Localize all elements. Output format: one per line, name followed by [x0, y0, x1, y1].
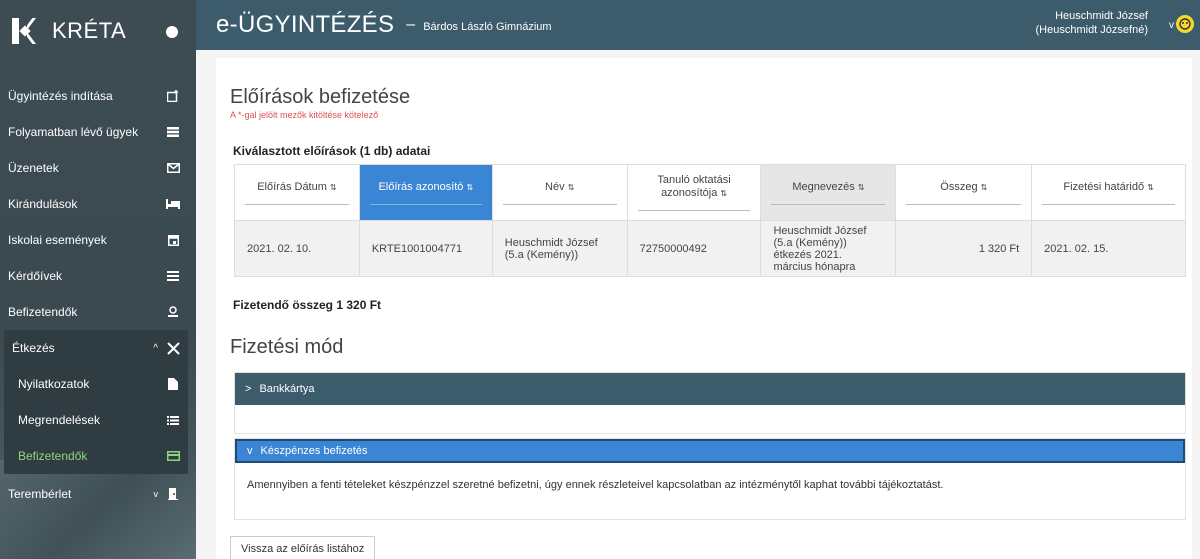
- sidebar-item-label: Kirándulások: [8, 197, 78, 211]
- table-header-row: Előírás Dátum ⇅ Előírás azonosító ⇅ Név ⇅ T…: [234, 164, 1186, 221]
- main-content: Előírások befizetése A *-gal jelölt mező…: [216, 58, 1192, 559]
- sidebar-item-label: Terembérlet: [8, 487, 72, 501]
- cell-description: Heuschmidt József (5.a (Kemény)) étkezés…: [760, 220, 897, 277]
- column-header-date[interactable]: Előírás Dátum ⇅: [234, 164, 360, 221]
- column-header-name[interactable]: Név ⇅: [491, 164, 628, 221]
- header-title: e-ÜGYINTÉZÉS: [216, 11, 395, 38]
- sidebar-item-declarations[interactable]: Nyilatkozatok: [8, 366, 188, 402]
- chevron-down-icon[interactable]: v: [1169, 20, 1174, 31]
- user-guardian: (Heuschmidt Józsefné): [1035, 24, 1149, 36]
- column-header-description[interactable]: Megnevezés ⇅: [760, 164, 897, 221]
- sidebar-item-in-progress[interactable]: Folyamatban lévő ügyek: [0, 114, 196, 150]
- sort-icon: ⇅: [1147, 182, 1154, 192]
- sort-icon: ⇅: [567, 182, 575, 192]
- sidebar-item-label: Üzenetek: [8, 161, 59, 175]
- sidebar-item-school-events[interactable]: Iskolai események: [0, 222, 196, 258]
- sort-icon: ⇅: [720, 189, 728, 198]
- school-name: Bárdos László Gimnázium: [423, 21, 552, 33]
- sidebar-item-label: Ügyintézés indítása: [8, 89, 113, 103]
- sort-icon: ⇅: [329, 182, 337, 192]
- money-icon: [166, 305, 180, 319]
- column-header-edu-id[interactable]: Tanuló oktatási azonosítója ⇅: [626, 164, 762, 221]
- credit-card-icon: [166, 449, 180, 463]
- door-icon: [166, 487, 180, 501]
- payment-method-title: Fizetési mód: [230, 336, 344, 358]
- list-icon: [166, 269, 180, 283]
- accordion-header-cash[interactable]: v Készpénzes befizetés: [235, 439, 1185, 463]
- cell-date: 2021. 02. 10.: [234, 220, 360, 277]
- sidebar-item-trips[interactable]: Kirándulások: [0, 186, 196, 222]
- back-to-list-button[interactable]: Vissza az előírás listához: [230, 536, 376, 559]
- utensils-icon: [166, 341, 180, 355]
- top-header: e-ÜGYINTÉZÉS – Bárdos László Gimnázium H…: [196, 0, 1200, 50]
- sidebar-item-label: Befizetendők: [8, 305, 78, 319]
- cell-id: KRTE1001004771: [358, 220, 493, 277]
- sidebar-item-label: Nyilatkozatok: [18, 377, 90, 391]
- sidebar-item-label: Kérdőívek: [8, 269, 63, 283]
- accordion-label: Készpénzes befizetés: [260, 445, 368, 457]
- calendar-icon: [166, 233, 180, 247]
- sidebar-item-meals[interactable]: Étkezés ^: [8, 330, 188, 366]
- accordion-header-bank-card[interactable]: > Bankkártya: [235, 373, 1185, 405]
- list-icon: [166, 125, 180, 139]
- chevron-up-icon: ^: [153, 342, 158, 354]
- sidebar-item-new-request[interactable]: Ügyintézés indítása: [0, 78, 196, 114]
- sidebar-item-orders[interactable]: Megrendelések: [8, 402, 188, 438]
- selected-items-table: Előírás Dátum ⇅ Előírás azonosító ⇅ Név ⇅ T…: [234, 164, 1186, 277]
- chevron-down-icon: v: [153, 489, 159, 499]
- total-amount: Fizetendő összeg 1 320 Ft: [233, 298, 382, 312]
- sidebar-item-surveys[interactable]: Kérdőívek: [0, 258, 196, 294]
- cell-amount: 1 320 Ft: [895, 220, 1033, 277]
- bed-icon: [166, 197, 180, 211]
- column-header-amount[interactable]: Összeg ⇅: [895, 164, 1033, 221]
- sidebar-item-label: Étkezés: [12, 341, 55, 355]
- selected-items-title: Kiválasztott előírások (1 db) adatai: [233, 144, 431, 158]
- header-separator: –: [406, 16, 416, 33]
- column-header-deadline[interactable]: Fizetési határidő ⇅: [1031, 164, 1186, 221]
- user-name: Heuschmidt József: [1055, 10, 1148, 22]
- sidebar-item-payables[interactable]: Befizetendők: [0, 294, 196, 330]
- sort-icon: ⇅: [466, 182, 474, 192]
- user-avatar-icon[interactable]: [1176, 15, 1194, 33]
- sidebar-item-label: Befizetendők: [18, 449, 88, 463]
- cash-payment-info: Amennyiben a fenti tételeket készpénzzel…: [247, 479, 944, 491]
- app-name: KRÉTA: [52, 18, 127, 43]
- sidebar-item-meal-payables[interactable]: Befizetendők: [8, 438, 188, 474]
- cell-edu-id: 72750000492: [626, 220, 762, 277]
- sidebar-item-room-rental[interactable]: Terembérlet v: [0, 476, 196, 512]
- user-menu[interactable]: Heuschmidt József (Heuschmidt Józsefné): [1036, 9, 1149, 37]
- document-icon: [166, 377, 180, 391]
- chevron-right-icon: >: [245, 383, 252, 395]
- table-row[interactable]: 2021. 02. 10. KRTE1001004771 Heuschmidt …: [234, 220, 1186, 277]
- status-dot-icon[interactable]: [166, 26, 178, 38]
- cell-name: Heuschmidt József (5.a (Kemény)): [491, 220, 628, 277]
- sort-icon: ⇅: [980, 182, 988, 192]
- sidebar: KRÉTA Ügyintézés indítása Folyamatban lé…: [0, 0, 196, 559]
- column-header-id[interactable]: Előírás azonosító ⇅: [358, 164, 493, 221]
- envelope-icon: [166, 161, 180, 175]
- sidebar-item-messages[interactable]: Üzenetek: [0, 150, 196, 186]
- required-fields-note: A *-gal jelölt mezők kitöltése kötelező: [230, 110, 379, 120]
- accordion-bank-card: > Bankkártya: [234, 372, 1186, 434]
- chevron-down-icon: v: [247, 445, 253, 457]
- page-title: Előírások befizetése: [230, 86, 411, 108]
- list-icon: [166, 413, 180, 427]
- kreta-logo-icon: [12, 18, 38, 44]
- accordion-cash: v Készpénzes befizetés Amennyiben a fent…: [234, 438, 1186, 520]
- sidebar-nav: Ügyintézés indítása Folyamatban lévő ügy…: [0, 78, 196, 512]
- sidebar-group-meals: Étkezés ^ Nyilatkozatok Megrendelések Be…: [4, 330, 188, 474]
- sidebar-item-label: Megrendelések: [18, 413, 101, 427]
- sidebar-item-label: Folyamatban lévő ügyek: [8, 125, 139, 139]
- sidebar-item-label: Iskolai események: [8, 233, 107, 247]
- accordion-label: Bankkártya: [259, 383, 315, 395]
- cell-deadline: 2021. 02. 15.: [1031, 220, 1186, 277]
- sort-icon: ⇅: [857, 182, 865, 192]
- new-request-icon: [166, 89, 180, 103]
